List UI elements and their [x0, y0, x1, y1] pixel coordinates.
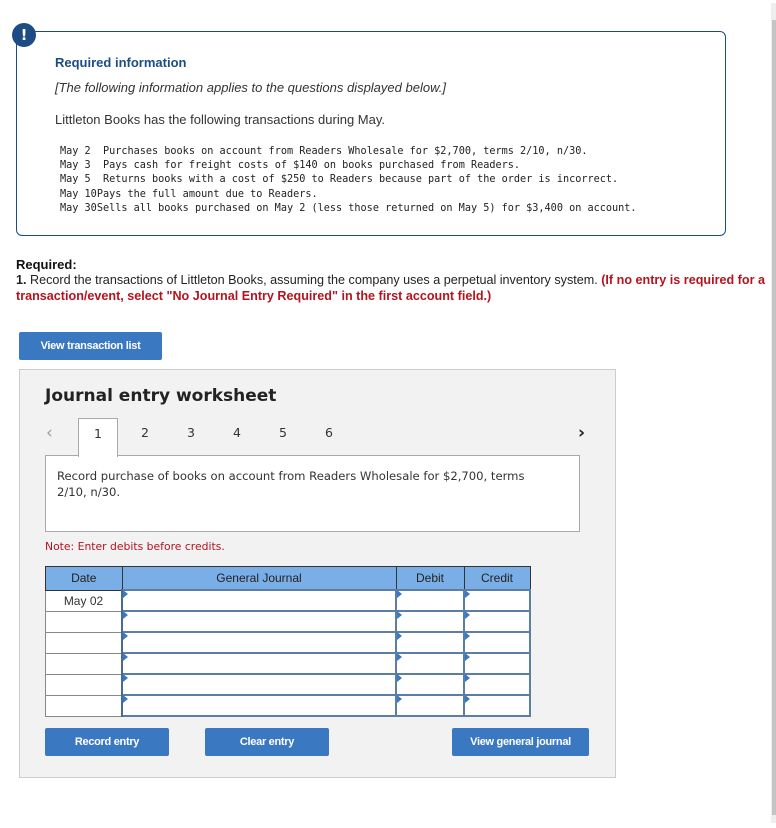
- view-general-journal-button[interactable]: View general journal: [452, 728, 589, 756]
- transaction-row: May 2 Purchases books on account from Re…: [60, 145, 637, 159]
- transaction-text: Pays the full amount due to Readers.: [96, 188, 318, 200]
- debit-input[interactable]: [395, 694, 465, 717]
- account-input[interactable]: [121, 673, 397, 696]
- date-cell: May 02: [45, 589, 123, 612]
- transaction-row: May 30Sells all books purchased on May 2…: [60, 202, 637, 216]
- transaction-date: May 5: [60, 174, 97, 186]
- date-cell: [45, 610, 123, 633]
- record-entry-button[interactable]: Record entry: [45, 728, 169, 756]
- tab-4[interactable]: 4: [217, 418, 257, 456]
- date-cell: [45, 694, 123, 717]
- info-title: Required information: [55, 55, 187, 70]
- credit-input[interactable]: [463, 631, 531, 654]
- journal-table: Date General Journal Debit Credit May 02: [45, 566, 531, 717]
- table-row: [45, 673, 531, 696]
- requirement-number: 1.: [16, 273, 27, 287]
- debit-input[interactable]: [395, 652, 465, 675]
- credit-input[interactable]: [463, 652, 531, 675]
- table-row: [45, 652, 531, 675]
- tab-3[interactable]: 3: [171, 418, 211, 456]
- transaction-date: May 3: [60, 160, 97, 172]
- worksheet-title: Journal entry worksheet: [45, 386, 277, 406]
- date-cell: [45, 652, 123, 675]
- transaction-date: May 10: [60, 188, 97, 200]
- date-cell: [45, 631, 123, 654]
- required-label: Required:: [16, 257, 77, 272]
- table-row: May 02: [45, 589, 531, 612]
- info-intro: Littleton Books has the following transa…: [55, 112, 385, 127]
- clear-entry-button[interactable]: Clear entry: [205, 728, 329, 756]
- credit-input[interactable]: [463, 589, 531, 612]
- previous-tab-icon[interactable]: ‹: [46, 423, 53, 443]
- required-instructions: 1. Record the transactions of Littleton …: [16, 272, 766, 304]
- view-transaction-list-button[interactable]: View transaction list: [19, 332, 162, 360]
- info-subtitle: [The following information applies to th…: [55, 80, 446, 95]
- tab-1[interactable]: 1: [78, 418, 118, 457]
- transaction-row: May 3 Pays cash for freight costs of $14…: [60, 159, 637, 173]
- transaction-text: Purchases books on account from Readers …: [102, 146, 588, 157]
- transaction-description: Record purchase of books on account from…: [57, 469, 525, 499]
- table-row: [45, 631, 531, 654]
- credit-input[interactable]: [463, 694, 531, 717]
- date-cell: [45, 673, 123, 696]
- requirement-text: Record the transactions of Littleton Boo…: [26, 273, 602, 287]
- account-input[interactable]: [121, 652, 397, 675]
- next-tab-icon[interactable]: ›: [578, 423, 585, 443]
- credit-input[interactable]: [463, 610, 531, 633]
- account-input[interactable]: [121, 610, 397, 633]
- account-input[interactable]: [121, 589, 397, 612]
- account-input[interactable]: [121, 631, 397, 654]
- transaction-row: May 5 Returns books with a cost of $250 …: [60, 173, 637, 187]
- debit-input[interactable]: [395, 673, 465, 696]
- debit-input[interactable]: [395, 589, 465, 612]
- transaction-list: May 2 Purchases books on account from Re…: [60, 145, 637, 216]
- transaction-date: May 2: [60, 146, 97, 157]
- alert-icon: !: [12, 23, 36, 47]
- transaction-row: May 10Pays the full amount due to Reader…: [60, 188, 637, 202]
- tab-6[interactable]: 6: [309, 418, 349, 456]
- transaction-text: Sells all books purchased on May 2 (less…: [96, 202, 637, 214]
- date-header: Date: [45, 566, 123, 591]
- table-row: [45, 694, 531, 717]
- debit-header: Debit: [395, 566, 465, 591]
- general-journal-header: General Journal: [121, 566, 397, 591]
- debits-note: Note: Enter debits before credits.: [45, 540, 225, 553]
- transaction-text: Returns books with a cost of $250 to Rea…: [102, 174, 619, 186]
- account-input[interactable]: [121, 694, 397, 717]
- debit-input[interactable]: [395, 631, 465, 654]
- transaction-text: Pays cash for freight costs of $140 on b…: [102, 160, 521, 172]
- debit-input[interactable]: [395, 610, 465, 633]
- credit-input[interactable]: [463, 673, 531, 696]
- tab-5[interactable]: 5: [263, 418, 303, 456]
- transaction-date: May 30: [60, 202, 97, 214]
- journal-header-row: Date General Journal Debit Credit: [45, 566, 531, 591]
- scrollbar-thumb[interactable]: [772, 20, 776, 815]
- table-row: [45, 610, 531, 633]
- credit-header: Credit: [463, 566, 531, 591]
- tab-2[interactable]: 2: [125, 418, 165, 456]
